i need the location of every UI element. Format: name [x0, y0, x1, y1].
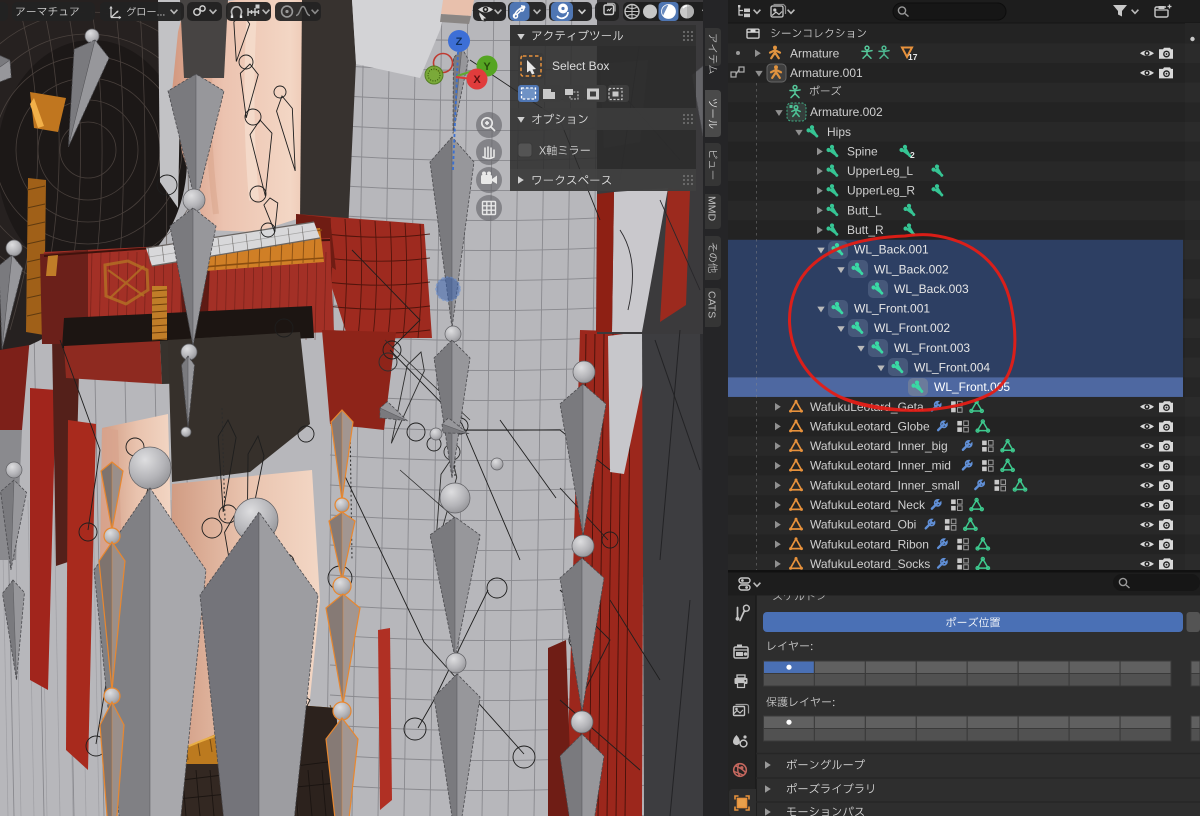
- svg-text:Spine: Spine: [847, 145, 878, 159]
- svg-text:Butt_L: Butt_L: [847, 203, 882, 217]
- svg-text:MMD: MMD: [706, 196, 718, 221]
- svg-text:WafukuLeotard_Neck: WafukuLeotard_Neck: [810, 498, 926, 512]
- svg-text:WL_Front.001: WL_Front.001: [854, 302, 930, 316]
- svg-text:Z: Z: [456, 36, 463, 48]
- svg-text:WL_Front.003: WL_Front.003: [894, 341, 970, 355]
- svg-text:2: 2: [910, 150, 915, 160]
- svg-text:UpperLeg_L: UpperLeg_L: [847, 164, 913, 178]
- svg-text:X: X: [473, 74, 481, 86]
- svg-text:Select Box: Select Box: [552, 59, 609, 73]
- svg-text:WafukuLeotard_Inner_big: WafukuLeotard_Inner_big: [810, 439, 948, 453]
- svg-text:Armature.001: Armature.001: [790, 66, 863, 80]
- svg-text:Hips: Hips: [827, 125, 851, 139]
- svg-text:WafukuLeotard_Ribon: WafukuLeotard_Ribon: [810, 537, 929, 551]
- svg-text:Butt_R: Butt_R: [847, 223, 884, 237]
- svg-text:CATS: CATS: [706, 291, 718, 318]
- svg-text:Y: Y: [483, 61, 491, 73]
- svg-text:WL_Front.004: WL_Front.004: [914, 361, 990, 375]
- svg-text:WL_Back.003: WL_Back.003: [894, 282, 969, 296]
- svg-text:WafukuLeotard_Inner_small: WafukuLeotard_Inner_small: [810, 478, 960, 492]
- svg-text:17: 17: [908, 52, 918, 62]
- svg-text:WL_Front.002: WL_Front.002: [874, 321, 950, 335]
- svg-text:UpperLeg_R: UpperLeg_R: [847, 184, 915, 198]
- svg-text:WafukuLeotard_Socks: WafukuLeotard_Socks: [810, 557, 930, 571]
- svg-text:Armature: Armature: [790, 46, 840, 60]
- svg-text:Armature.002: Armature.002: [810, 105, 883, 119]
- svg-text:WafukuLeotard_Obi: WafukuLeotard_Obi: [810, 518, 916, 532]
- svg-text:WafukuLeotard_Globe: WafukuLeotard_Globe: [810, 419, 930, 433]
- svg-text:WL_Back.001: WL_Back.001: [854, 243, 929, 257]
- svg-text:WL_Back.002: WL_Back.002: [874, 262, 949, 276]
- svg-text:WafukuLeotard_Inner_mid: WafukuLeotard_Inner_mid: [810, 459, 951, 473]
